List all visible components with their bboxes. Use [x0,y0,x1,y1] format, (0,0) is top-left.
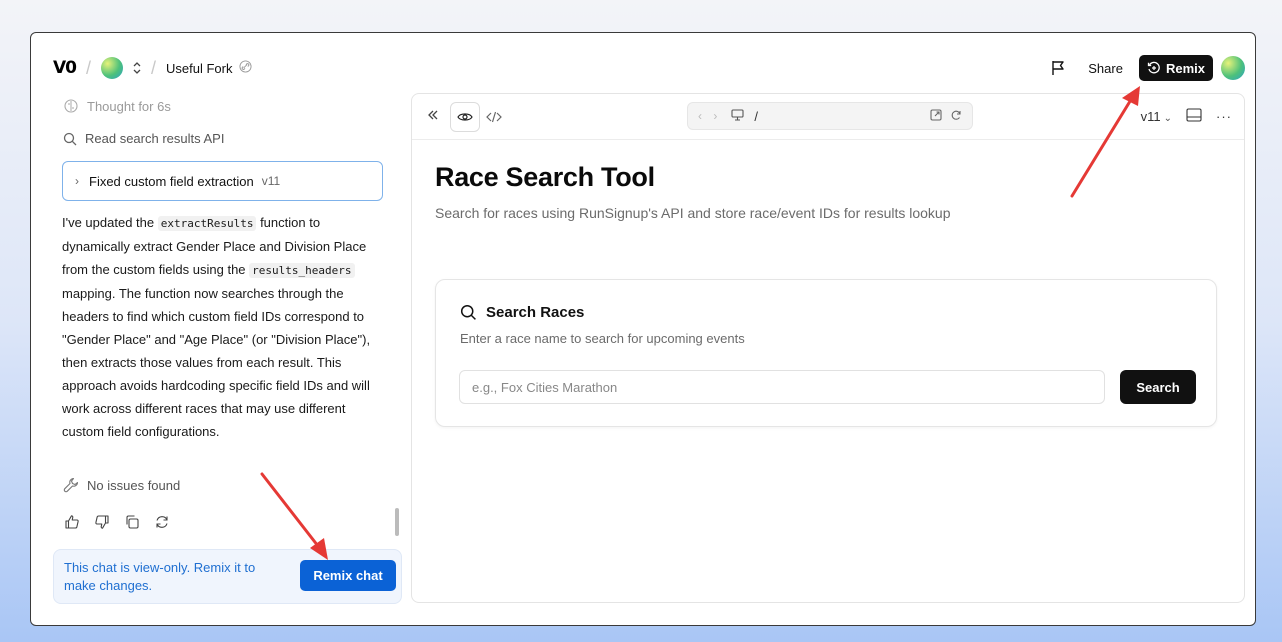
preview-content: Race Search Tool Search for races using … [435,162,1225,427]
chat-messages[interactable]: Thought for 6s Read search results API ›… [51,93,403,543]
remix-icon [1147,61,1160,74]
top-bar: V0 / / Useful Fork Share Remix [31,33,1255,101]
page-title: Race Search Tool [435,162,655,192]
no-issues-label: No issues found [87,477,181,493]
thumbs-down-icon[interactable] [93,513,111,531]
flag-icon [1052,61,1064,75]
remix-button[interactable]: Remix [1138,55,1213,81]
monitor-icon[interactable] [731,108,744,124]
url-path: / [754,108,758,124]
view-mode-toggle [450,102,508,132]
breadcrumb-separator: / [151,57,157,78]
inline-code: results_headers [249,263,355,278]
chat-panel: Thought for 6s Read search results API ›… [51,93,403,623]
message-text: I've updated the [62,215,158,230]
page-subtitle: Search for races using RunSignup's API a… [435,205,951,221]
app-window: V0 / / Useful Fork Share Remix Thought f… [30,32,1256,626]
view-only-text: This chat is view-only. Remix it to make… [64,560,256,593]
preview-panel: ‹ › / v11 ⌄ ··· Race Search Tool Search … [411,93,1245,603]
panel-layout-icon[interactable] [1186,108,1202,125]
card-subtitle: Enter a race name to search for upcoming… [460,331,745,346]
remix-chat-button[interactable]: Remix chat [300,560,396,591]
chat-scrollbar-thumb[interactable] [395,508,399,536]
v0-logo[interactable]: V0 [53,58,77,78]
team-avatar[interactable] [101,57,124,79]
feedback-flag-button[interactable] [1046,55,1072,81]
user-avatar[interactable] [1221,56,1245,80]
inline-code: extractResults [157,216,257,231]
open-external-icon[interactable] [930,108,942,124]
card-title-label: Search Races [486,304,585,321]
brain-icon [64,99,78,113]
read-step[interactable]: Read search results API [63,131,224,146]
refresh-icon[interactable] [950,109,962,124]
version-label: v11 [1140,109,1161,124]
wrench-icon [63,477,79,493]
copy-icon[interactable] [123,513,141,531]
search-button[interactable]: Search [1120,370,1196,404]
preview-eye-icon[interactable] [450,102,480,132]
view-only-notice: This chat is view-only. Remix it to make… [53,549,402,604]
message-actions [63,513,171,531]
search-races-card: Search Races Enter a race name to search… [435,279,1217,427]
step-version: v11 [261,174,281,188]
share-button[interactable]: Share [1080,56,1131,81]
search-icon [460,304,476,320]
code-icon[interactable] [480,102,508,132]
regenerate-icon[interactable] [153,513,171,531]
thought-label: Thought for 6s [87,98,171,114]
thought-status[interactable]: Thought for 6s [63,98,171,114]
version-step-card[interactable]: › Fixed custom field extraction v11 [62,161,383,201]
link-icon[interactable] [238,60,252,76]
search-icon [63,132,77,145]
thumbs-up-icon[interactable] [63,513,81,531]
chevron-up-down-icon[interactable] [133,61,141,75]
more-options-icon[interactable]: ··· [1216,109,1232,124]
step-title: Fixed custom field extraction [89,173,254,189]
chevron-right-icon: › [75,174,79,188]
nav-arrows[interactable]: ‹ › [698,109,721,123]
preview-toolbar: ‹ › / v11 ⌄ ··· [412,94,1244,140]
read-step-label: Read search results API [85,131,225,146]
collapse-sidebar-icon[interactable] [427,108,439,124]
assistant-message: I've updated the extractResults function… [62,211,384,443]
chevron-down-icon: ⌄ [1163,113,1172,124]
message-text: mapping. The function now searches throu… [62,286,371,439]
card-title: Search Races [460,304,584,321]
no-issues-status: No issues found [63,477,180,493]
remix-button-label: Remix [1165,60,1205,76]
breadcrumb-separator: / [86,57,92,78]
version-selector[interactable]: v11 ⌄ [1141,109,1172,124]
preview-scrollbar[interactable] [1234,144,1242,594]
url-bar[interactable]: ‹ › / [687,102,973,130]
project-name[interactable]: Useful Fork [166,61,232,76]
race-search-input[interactable] [459,370,1105,404]
